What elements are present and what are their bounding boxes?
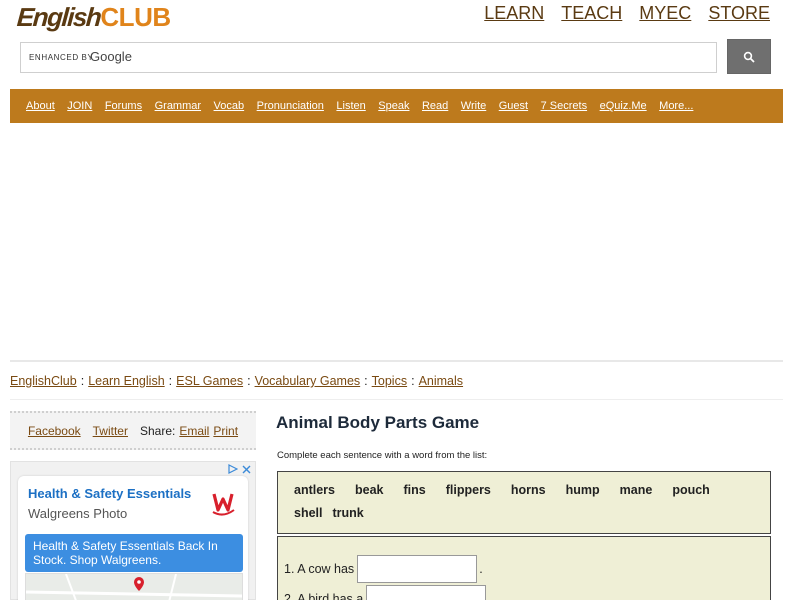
ad-card[interactable]: Health & Safety Essentials Walgreens Pho… (18, 476, 248, 600)
breadcrumb-vocabulary-games[interactable]: Vocabulary Games (255, 374, 361, 388)
divider (10, 399, 783, 400)
word-item: beak (355, 483, 384, 497)
breadcrumb-separator: : (364, 374, 368, 388)
englishclub-logo[interactable]: English CLUB (15, 2, 171, 36)
nav-join[interactable]: JOIN (67, 100, 92, 112)
question-text: 2. A bird has a (284, 592, 364, 600)
word-item: hump (565, 483, 600, 497)
page-title: Animal Body Parts Game (276, 413, 480, 432)
questions-box: 1. A cow has . 2. A bird has a (277, 536, 771, 600)
question-text-end: . (479, 562, 483, 576)
ad-map (25, 573, 243, 600)
nav-vocab[interactable]: Vocab (214, 100, 245, 112)
ad-title[interactable]: Health & Safety Essentials (28, 486, 191, 501)
breadcrumb-esl-games[interactable]: ESL Games (176, 374, 243, 388)
nav-write[interactable]: Write (461, 100, 486, 112)
walgreens-logo-icon (208, 488, 238, 518)
word-item: shell (294, 506, 323, 520)
breadcrumb-englishclub[interactable]: EnglishClub (10, 374, 77, 388)
share-label: Share: (139, 423, 176, 438)
share-email-link[interactable]: Email (179, 424, 209, 438)
word-item: fins (403, 483, 426, 497)
breadcrumb: EnglishClub: Learn English: ESL Games: Voca… (10, 374, 463, 388)
logo-text-club: CLUB (100, 2, 171, 32)
question-text: 1. A cow has (284, 562, 355, 576)
main-nav-bar: About JOIN Forums Grammar Vocab Pronunci… (10, 89, 783, 123)
ad-info-icon[interactable] (228, 464, 238, 474)
nav-guest[interactable]: Guest (499, 100, 528, 112)
share-print-link[interactable]: Print (213, 424, 238, 438)
topnav-store[interactable]: STORE (708, 3, 770, 24)
nav-listen[interactable]: Listen (336, 100, 365, 112)
word-item: mane (619, 483, 653, 497)
breadcrumb-topics[interactable]: Topics (372, 374, 407, 388)
breadcrumb-learn-english[interactable]: Learn English (88, 374, 164, 388)
answer-input-1[interactable] (357, 555, 478, 583)
nav-pronunciation[interactable]: Pronunciation (257, 100, 324, 112)
word-item: trunk (332, 506, 364, 520)
enhanced-by-label: ENHANCED BY (29, 53, 94, 62)
map-pin-icon (134, 577, 144, 591)
nav-7-secrets[interactable]: 7 Secrets (541, 100, 587, 112)
nav-read[interactable]: Read (422, 100, 448, 112)
word-item: pouch (672, 483, 710, 497)
nav-grammar[interactable]: Grammar (155, 100, 201, 112)
ad-subtitle: Walgreens Photo (28, 506, 128, 521)
breadcrumb-animals[interactable]: Animals (419, 374, 463, 388)
google-label: Google (90, 49, 132, 64)
share-twitter-link[interactable]: Twitter (93, 424, 128, 438)
breadcrumb-separator: : (411, 374, 415, 388)
advertisement[interactable]: Health & Safety Essentials Walgreens Pho… (10, 461, 256, 600)
share-box: Facebook Twitter Share: Email Print (10, 411, 256, 450)
word-list-box: antlers beak fins flippers horns hump ma… (277, 471, 771, 534)
logo-text-english: English (15, 2, 102, 32)
share-facebook-link[interactable]: Facebook (28, 424, 81, 438)
close-icon[interactable] (242, 465, 251, 474)
word-item: horns (510, 483, 546, 497)
word-item: antlers (294, 483, 335, 497)
search-button[interactable] (727, 39, 771, 74)
game-instructions: Complete each sentence with a word from … (277, 450, 488, 461)
topnav-teach[interactable]: TEACH (561, 3, 622, 24)
search-input[interactable]: ENHANCED BY Google (20, 42, 717, 73)
question-2: 2. A bird has a (284, 585, 488, 600)
word-item: flippers (445, 483, 491, 497)
topnav-learn[interactable]: LEARN (484, 3, 544, 24)
ad-banner[interactable]: Health & Safety Essentials Back In Stock… (25, 534, 243, 572)
nav-about[interactable]: About (26, 100, 55, 112)
top-nav: LEARN TEACH MYEC STORE (484, 3, 770, 24)
nav-speak[interactable]: Speak (378, 100, 409, 112)
ad-controls (228, 464, 251, 474)
nav-equiz[interactable]: eQuiz.Me (600, 100, 647, 112)
breadcrumb-separator: : (168, 374, 173, 388)
breadcrumb-separator: : (247, 374, 251, 388)
divider (10, 360, 783, 362)
topnav-myec[interactable]: MYEC (639, 3, 691, 24)
nav-more[interactable]: More... (659, 100, 693, 112)
nav-forums[interactable]: Forums (105, 100, 142, 112)
breadcrumb-separator: : (80, 374, 85, 388)
answer-input-2[interactable] (366, 585, 487, 600)
question-1: 1. A cow has . (284, 555, 483, 583)
search-icon (743, 51, 755, 63)
